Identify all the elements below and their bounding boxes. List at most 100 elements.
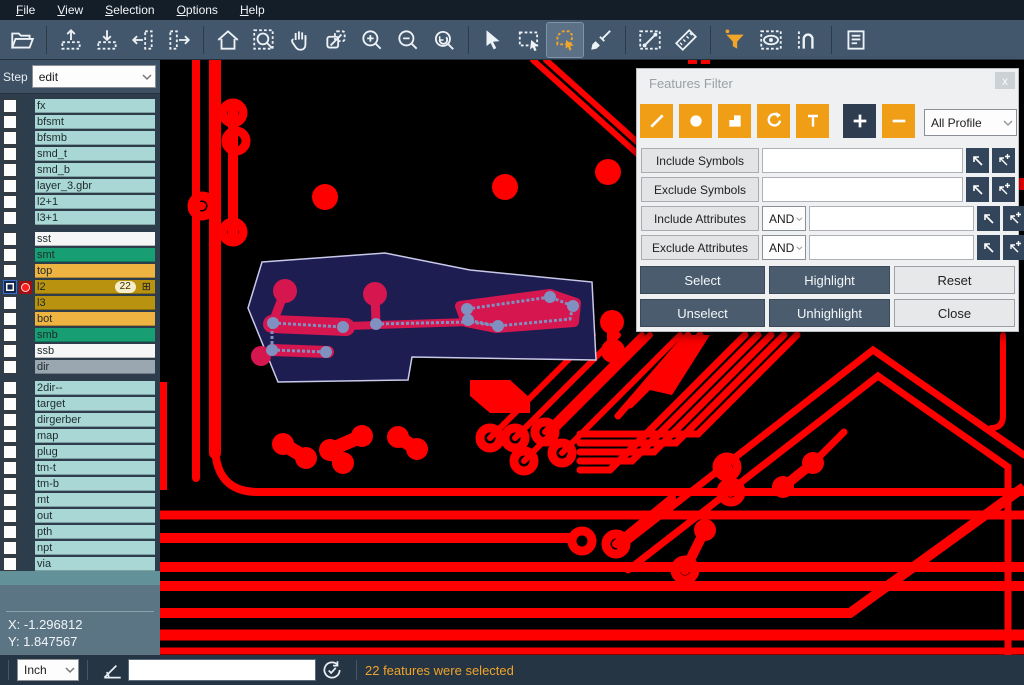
exclude-symbols-input[interactable] [762,177,963,202]
view-swap-icon[interactable] [318,23,354,57]
layer-indicator-slot[interactable] [19,345,32,358]
pick-add-attribute-icon[interactable] [1003,206,1024,231]
include-symbols-button[interactable]: Include Symbols [641,148,759,173]
layer-name-bar[interactable]: bfsmb [35,131,155,145]
layer-name-bar[interactable]: via [35,557,155,571]
menu-help[interactable]: Help [230,0,275,20]
layer-indicator-slot[interactable] [19,196,32,209]
layer-visibility-checkbox[interactable] [3,163,17,177]
layer-name-bar[interactable]: smd_t [35,147,155,161]
layer-indicator-slot[interactable] [19,382,32,395]
exclude-attributes-logic-dropdown[interactable]: AND [762,235,806,260]
layer-name-bar[interactable]: map [35,429,155,443]
layer-name-bar[interactable]: ssb [35,344,155,358]
zoom-out-icon[interactable] [390,23,426,57]
measure-icon[interactable] [632,23,668,57]
layer-name-bar[interactable]: 2dir-- [35,381,155,395]
layer-indicator-slot[interactable] [19,494,32,507]
close-icon[interactable]: x [995,72,1015,89]
zoom-window-icon[interactable] [246,23,282,57]
layer-visibility-checkbox[interactable] [3,493,17,507]
select-button[interactable]: Select [640,266,765,294]
snap-icon[interactable] [789,23,825,57]
layer-indicator-slot[interactable] [19,414,32,427]
layer-name-bar[interactable]: smd_b [35,163,155,177]
filter-add-icon[interactable] [843,104,876,138]
layer-name-bar[interactable]: npt [35,541,155,555]
layer-name-bar[interactable]: l3+1 [35,211,155,225]
layer-name-bar[interactable]: bfsmt [35,115,155,129]
layer-name-bar[interactable]: smt [35,248,155,262]
layer-visibility-checkbox[interactable] [3,296,17,310]
step-dropdown[interactable]: edit [32,65,156,88]
layer-indicator-slot[interactable] [19,510,32,523]
layer-indicator-slot[interactable] [19,100,32,113]
layer-name-bar[interactable]: l222⊞ [35,280,155,294]
layer-visibility-checkbox[interactable] [3,115,17,129]
layer-indicator-slot[interactable] [19,430,32,443]
layer-visibility-checkbox[interactable] [3,211,17,225]
layer-name-bar[interactable]: target [35,397,155,411]
filter-text-icon[interactable] [796,104,829,138]
menu-file[interactable]: File [6,0,45,20]
layer-name-bar[interactable]: dirgerber [35,413,155,427]
layer-visibility-checkbox[interactable] [3,509,17,523]
pick-symbol-icon[interactable] [966,177,989,202]
layer-visibility-checkbox[interactable] [3,264,17,278]
layer-visibility-checkbox[interactable] [3,280,17,294]
pick-add-symbol-icon[interactable] [992,177,1015,202]
layer-visibility-checkbox[interactable] [3,397,17,411]
filter-pad-icon[interactable] [679,104,712,138]
angle-measure-icon[interactable] [100,658,124,682]
include-attributes-input[interactable] [809,206,974,231]
step-up-icon[interactable] [53,23,89,57]
layer-visibility-checkbox[interactable] [3,445,17,459]
menu-view[interactable]: View [47,0,93,20]
units-dropdown[interactable]: Inch [17,659,79,681]
layer-indicator-slot[interactable] [19,462,32,475]
include-symbols-input[interactable] [762,148,963,173]
feature-report-icon[interactable] [838,23,874,57]
select-pointer-icon[interactable] [475,23,511,57]
exclude-symbols-button[interactable]: Exclude Symbols [641,177,759,202]
layer-indicator-slot[interactable] [19,542,32,555]
layer-name-bar[interactable]: tm-b [35,477,155,491]
zoom-in-icon[interactable] [354,23,390,57]
layer-name-bar[interactable]: l3 [35,296,155,310]
layer-visibility-checkbox[interactable] [3,99,17,113]
filter-line-icon[interactable] [640,104,673,138]
layer-indicator-slot[interactable] [19,313,32,326]
grid-icon[interactable]: ⊞ [142,281,151,293]
layer-name-bar[interactable]: smb [35,328,155,342]
layer-visibility-checkbox[interactable] [3,179,17,193]
layer-indicator-slot[interactable] [19,249,32,262]
layer-visibility-checkbox[interactable] [3,131,17,145]
layer-indicator-slot[interactable] [19,361,32,374]
view-options-icon[interactable] [753,23,789,57]
unhighlight-button[interactable]: Unhighlight [769,299,890,327]
layer-name-bar[interactable]: l2+1 [35,195,155,209]
layer-indicator-slot[interactable] [19,478,32,491]
layer-indicator-slot[interactable] [19,116,32,129]
pan-hand-icon[interactable] [282,23,318,57]
layer-indicator-slot[interactable] [19,558,32,571]
layer-indicator-slot[interactable] [19,233,32,246]
layer-name-bar[interactable]: out [35,509,155,523]
layer-indicator-slot[interactable] [19,398,32,411]
home-icon[interactable] [210,23,246,57]
layer-name-bar[interactable]: top [35,264,155,278]
layer-visibility-checkbox[interactable] [3,557,17,571]
pick-attribute-icon[interactable] [977,235,1000,260]
exclude-attributes-button[interactable]: Exclude Attributes [641,235,759,260]
layer-indicator-slot[interactable] [19,164,32,177]
exclude-attributes-input[interactable] [809,235,974,260]
include-attributes-button[interactable]: Include Attributes [641,206,759,231]
layer-visibility-checkbox[interactable] [3,328,17,342]
reset-button[interactable]: Reset [894,266,1015,294]
layer-name-bar[interactable]: sst [35,232,155,246]
layer-indicator-slot[interactable] [19,329,32,342]
layer-indicator-slot[interactable] [19,148,32,161]
layer-name-bar[interactable]: mt [35,493,155,507]
pick-add-symbol-icon[interactable] [992,148,1015,173]
layer-indicator-slot[interactable] [19,526,32,539]
